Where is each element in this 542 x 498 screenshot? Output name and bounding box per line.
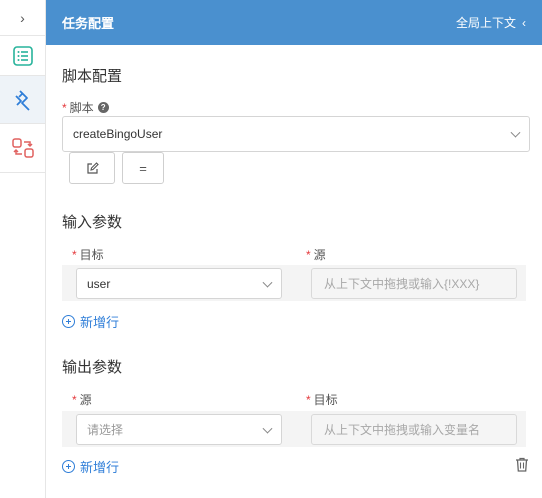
script-select-value: createBingoUser: [73, 127, 163, 141]
input-target-value: user: [87, 276, 111, 291]
output-target-header: * 目标: [306, 392, 338, 408]
rail-item-task-list[interactable]: [0, 36, 45, 76]
output-source-header: * 源: [72, 392, 92, 408]
expand-rail-button[interactable]: ›: [0, 0, 45, 36]
script-field-label: * 脚本 ?: [62, 99, 109, 116]
chevron-left-icon: ‹: [522, 15, 526, 30]
trash-icon[interactable]: [515, 457, 529, 472]
input-add-row-button[interactable]: 新增行: [62, 312, 119, 331]
script-icon: [14, 89, 30, 111]
rail-item-transform[interactable]: [0, 124, 45, 173]
panel-content: 脚本配置 * 脚本 ? createBingoUser = 输入参数 * 目标 …: [46, 45, 542, 498]
equals-button[interactable]: =: [122, 152, 164, 184]
edit-script-button[interactable]: [69, 152, 115, 184]
output-target-field[interactable]: [311, 414, 517, 445]
left-rail: ›: [0, 0, 46, 498]
input-target-select[interactable]: user: [76, 268, 282, 299]
panel-title: 任务配置: [62, 16, 115, 31]
edit-icon: [86, 161, 99, 174]
global-context-link[interactable]: 全局上下文 ‹: [456, 14, 526, 31]
chevron-down-icon: [262, 423, 273, 434]
panel-header: 任务配置 全局上下文 ‹: [46, 0, 542, 45]
equals-button-label: =: [139, 160, 147, 176]
input-params-title: 输入参数: [62, 214, 123, 231]
script-select[interactable]: createBingoUser: [62, 116, 530, 152]
chevron-right-icon: ›: [20, 9, 25, 26]
checklist-icon: [12, 45, 33, 66]
input-add-row-label: 新增行: [80, 315, 120, 330]
script-config-title: 脚本配置: [62, 68, 123, 85]
output-source-placeholder: 请选择: [87, 423, 124, 437]
output-params-title: 输出参数: [62, 359, 123, 376]
input-source-field[interactable]: [311, 268, 517, 299]
add-circle-icon: [62, 315, 75, 328]
output-add-row-label: 新增行: [80, 460, 120, 475]
output-source-select[interactable]: 请选择: [76, 414, 282, 445]
input-source-header: * 源: [306, 247, 326, 263]
swap-icon: [11, 138, 34, 158]
add-circle-icon: [62, 460, 75, 473]
global-context-label: 全局上下文: [455, 16, 516, 30]
rail-item-script[interactable]: [0, 76, 45, 124]
chevron-down-icon: [262, 277, 273, 288]
output-add-row-button[interactable]: 新增行: [62, 457, 119, 476]
help-icon[interactable]: ?: [97, 102, 109, 113]
chevron-down-icon: [510, 127, 521, 138]
input-target-header: * 目标: [72, 247, 104, 263]
